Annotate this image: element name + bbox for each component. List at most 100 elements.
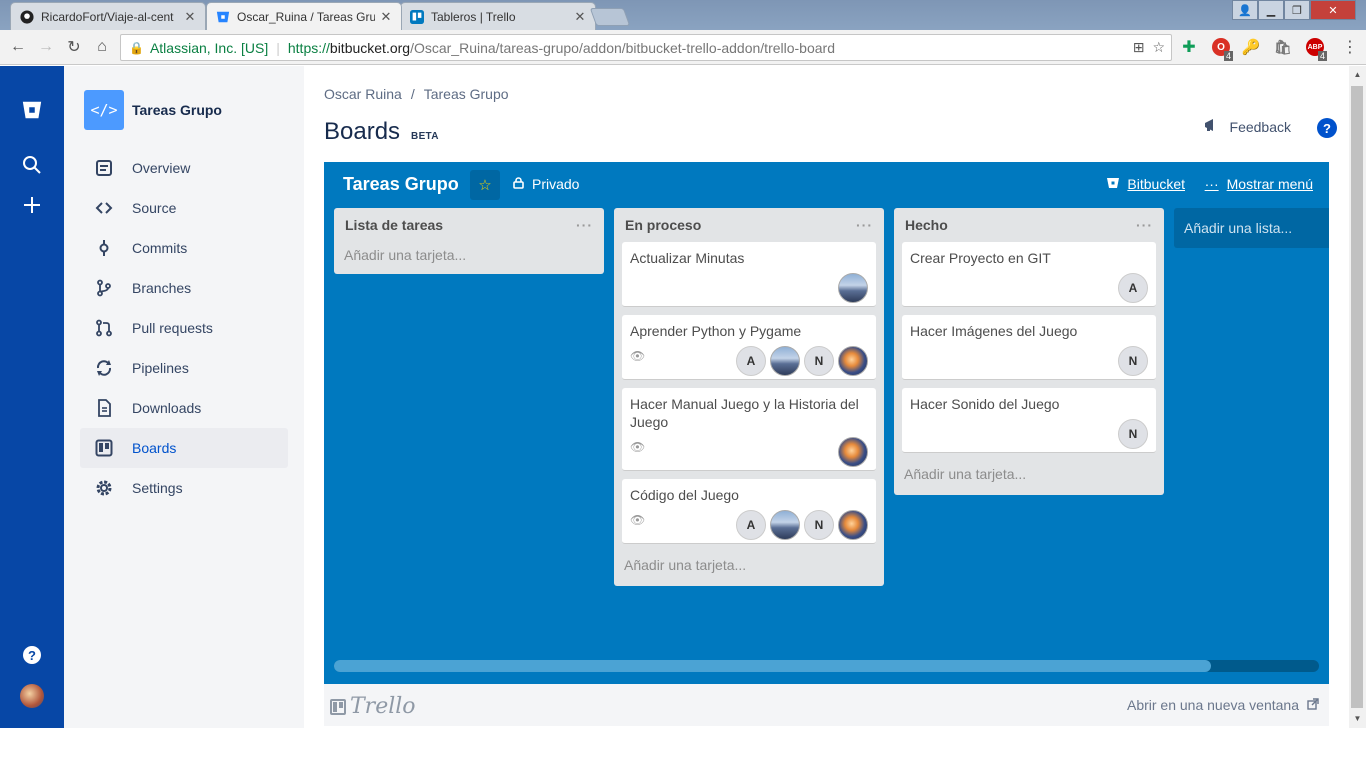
- trello-mark-icon: [330, 698, 346, 715]
- page-vertical-scrollbar[interactable]: ▲ ▼: [1349, 66, 1366, 728]
- pull-requests-icon: [94, 318, 114, 338]
- tab-title: Tableros | Trello: [431, 9, 516, 24]
- scrollbar-thumb[interactable]: [334, 660, 1211, 672]
- board-header: Tareas Grupo ☆ Privado Bitbucket ··· Mos…: [324, 162, 1329, 208]
- list-menu-icon[interactable]: ···: [856, 217, 873, 233]
- browser-menu-icon[interactable]: ⋮: [1340, 37, 1360, 57]
- visibility-button[interactable]: Privado: [513, 176, 579, 192]
- close-window-icon[interactable]: ✕: [1310, 0, 1356, 20]
- bitbucket-logo-icon[interactable]: [20, 98, 44, 122]
- show-menu-link[interactable]: ··· Mostrar menú: [1205, 176, 1313, 192]
- member-avatar[interactable]: [838, 437, 868, 467]
- member-avatar[interactable]: A: [736, 346, 766, 376]
- sidebar-item-downloads[interactable]: Downloads: [80, 388, 288, 428]
- sidebar-item-branches[interactable]: Branches: [80, 268, 288, 308]
- add-card-button[interactable]: Añadir una tarjeta...: [894, 461, 1164, 495]
- board-name[interactable]: Tareas Grupo: [343, 174, 459, 195]
- member-avatar[interactable]: N: [804, 346, 834, 376]
- reload-icon[interactable]: ↻: [64, 37, 84, 57]
- browser-tab[interactable]: RicardoFort/Viaje-al-cent ✕: [10, 2, 206, 30]
- sidebar-item-pipelines[interactable]: Pipelines: [80, 348, 288, 388]
- minimize-icon[interactable]: ▁: [1258, 0, 1284, 20]
- card[interactable]: Código del Juego 👁 A N: [622, 479, 876, 544]
- show-menu-label: Mostrar menú: [1226, 176, 1313, 192]
- github-icon: [19, 9, 35, 25]
- card[interactable]: Crear Proyecto en GIT A: [902, 242, 1156, 307]
- close-tab-icon[interactable]: ✕: [573, 9, 587, 25]
- key-extension-icon[interactable]: 🔑: [1242, 38, 1261, 56]
- bitbucket-link[interactable]: Bitbucket: [1107, 176, 1185, 192]
- new-tab-button[interactable]: [589, 8, 631, 26]
- member-avatar[interactable]: A: [736, 510, 766, 540]
- add-card-button[interactable]: Añadir una tarjeta...: [334, 242, 604, 274]
- ellipsis-icon: ···: [1204, 176, 1219, 192]
- card-title: Hacer Manual Juego y la Historia del Jue…: [630, 396, 859, 430]
- main-content: Oscar Ruina / Tareas Grupo Boards BETA Fee…: [304, 66, 1349, 728]
- open-new-window-link[interactable]: Abrir en una nueva ventana: [1127, 697, 1319, 713]
- url-scheme: https://: [287, 39, 330, 56]
- member-avatar[interactable]: A: [1118, 273, 1148, 303]
- sidebar-item-overview[interactable]: Overview: [80, 148, 288, 188]
- card[interactable]: Hacer Manual Juego y la Historia del Jue…: [622, 388, 876, 471]
- sidebar-item-commits[interactable]: Commits: [80, 228, 288, 268]
- browser-tab-active[interactable]: Oscar_Ruina / Tareas Gru ✕: [206, 2, 402, 30]
- bag-extension-icon[interactable]: 🛍: [1274, 38, 1292, 56]
- trello-logo[interactable]: Trello: [330, 694, 416, 719]
- card[interactable]: Actualizar Minutas: [622, 242, 876, 307]
- card[interactable]: Hacer Imágenes del Juego N: [902, 315, 1156, 380]
- extension-icon[interactable]: ✚: [1180, 38, 1198, 56]
- member-avatar[interactable]: [838, 346, 868, 376]
- help-button[interactable]: ?: [1317, 118, 1337, 138]
- scrollbar-thumb[interactable]: [1351, 86, 1363, 708]
- breadcrumb-owner[interactable]: Oscar Ruina: [324, 86, 402, 102]
- member-avatar[interactable]: [770, 346, 800, 376]
- overview-icon: [94, 158, 114, 178]
- feedback-button[interactable]: Feedback: [1204, 118, 1291, 135]
- bookmark-star-icon[interactable]: ☆: [1152, 39, 1165, 56]
- translate-icon[interactable]: ⊞: [1133, 39, 1145, 56]
- member-avatar[interactable]: [838, 273, 868, 303]
- member-avatar[interactable]: N: [1118, 419, 1148, 449]
- maximize-icon[interactable]: ❐: [1284, 0, 1310, 20]
- sidebar-item-boards[interactable]: Boards: [80, 428, 288, 468]
- back-icon[interactable]: ←: [8, 37, 28, 57]
- board-horizontal-scrollbar[interactable]: [334, 660, 1319, 672]
- star-icon[interactable]: ☆: [470, 170, 500, 200]
- member-avatar[interactable]: [838, 510, 868, 540]
- add-card-button[interactable]: Añadir una tarjeta...: [614, 552, 884, 586]
- browser-tab[interactable]: Tableros | Trello ✕: [400, 2, 596, 30]
- user-icon[interactable]: 👤: [1232, 0, 1258, 20]
- card[interactable]: Aprender Python y Pygame 👁 A N: [622, 315, 876, 380]
- address-bar[interactable]: 🔒 Atlassian, Inc. [US] | https:// bitbuc…: [120, 34, 1172, 61]
- divider: |: [276, 39, 280, 56]
- help-icon[interactable]: ?: [20, 643, 44, 667]
- list-menu-icon[interactable]: ···: [576, 217, 593, 233]
- list-title[interactable]: Hecho: [905, 217, 948, 233]
- close-tab-icon[interactable]: ✕: [183, 9, 197, 25]
- card-title: Código del Juego: [630, 487, 739, 503]
- search-icon[interactable]: [20, 153, 44, 177]
- list-menu-icon[interactable]: ···: [1136, 217, 1153, 233]
- member-avatar[interactable]: N: [1118, 346, 1148, 376]
- list-header: Hecho ···: [894, 208, 1164, 242]
- create-plus-icon[interactable]: [20, 193, 44, 217]
- sidebar-item-pull-requests[interactable]: Pull requests: [80, 308, 288, 348]
- commits-icon: [94, 238, 114, 258]
- member-avatar[interactable]: [770, 510, 800, 540]
- home-icon[interactable]: ⌂: [92, 37, 112, 57]
- member-avatar[interactable]: N: [804, 510, 834, 540]
- card[interactable]: Hacer Sonido del Juego N: [902, 388, 1156, 453]
- add-list-button[interactable]: Añadir una lista...: [1174, 208, 1329, 248]
- close-tab-icon[interactable]: ✕: [379, 9, 393, 25]
- scroll-down-arrow-icon[interactable]: ▼: [1349, 714, 1366, 723]
- sidebar-item-source[interactable]: Source: [80, 188, 288, 228]
- list-title[interactable]: Lista de tareas: [345, 217, 443, 233]
- user-avatar[interactable]: [20, 684, 44, 708]
- list-title[interactable]: En proceso: [625, 217, 701, 233]
- global-nav: ?: [0, 66, 64, 728]
- scroll-up-arrow-icon[interactable]: ▲: [1349, 70, 1366, 79]
- breadcrumb-repo[interactable]: Tareas Grupo: [424, 86, 509, 102]
- project-header[interactable]: </> Tareas Grupo: [84, 90, 222, 130]
- forward-icon[interactable]: →: [36, 37, 56, 57]
- sidebar-item-settings[interactable]: Settings: [80, 468, 288, 508]
